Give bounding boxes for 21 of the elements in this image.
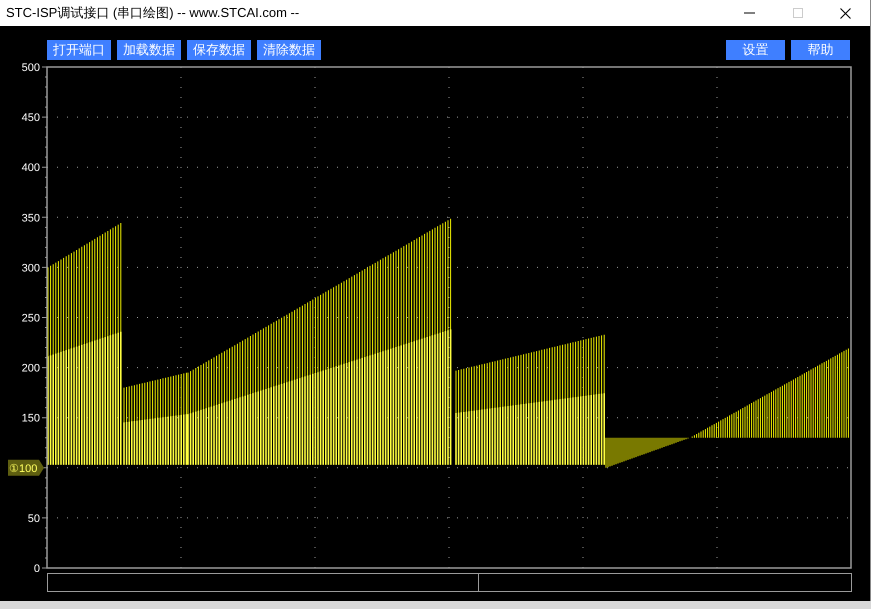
y-axis-label: 500 — [22, 62, 40, 74]
y-axis-label: 250 — [22, 312, 40, 324]
toolbar-button[interactable]: 加载数据 — [117, 40, 181, 60]
y-axis-label: 300 — [22, 262, 40, 274]
y-axis-label: 50 — [28, 512, 40, 525]
toolbar-button[interactable]: 设置 — [726, 40, 785, 60]
value-marker: ①100 — [8, 460, 44, 476]
close-icon[interactable] — [840, 8, 851, 18]
y-axis-label: 450 — [22, 112, 40, 124]
y-axis-label: 400 — [22, 162, 40, 174]
toolbar-button[interactable]: 帮助 — [791, 40, 850, 60]
window-title: STC-ISP调试接口 (串口绘图) -- www.STCAI.com -- — [5, 4, 300, 22]
toolbar-button[interactable]: 清除数据 — [257, 40, 321, 60]
y-axis-label: 150 — [22, 412, 40, 425]
scrollbar[interactable] — [47, 573, 852, 592]
toolbar-button[interactable]: 保存数据 — [187, 40, 251, 60]
y-axis-label: 0 — [34, 563, 40, 572]
toolbar-button[interactable]: 打开端口 — [47, 40, 111, 60]
y-axis-label: 200 — [22, 362, 40, 375]
minimize-icon[interactable] — [744, 12, 755, 14]
y-axis-label: 350 — [22, 212, 40, 224]
